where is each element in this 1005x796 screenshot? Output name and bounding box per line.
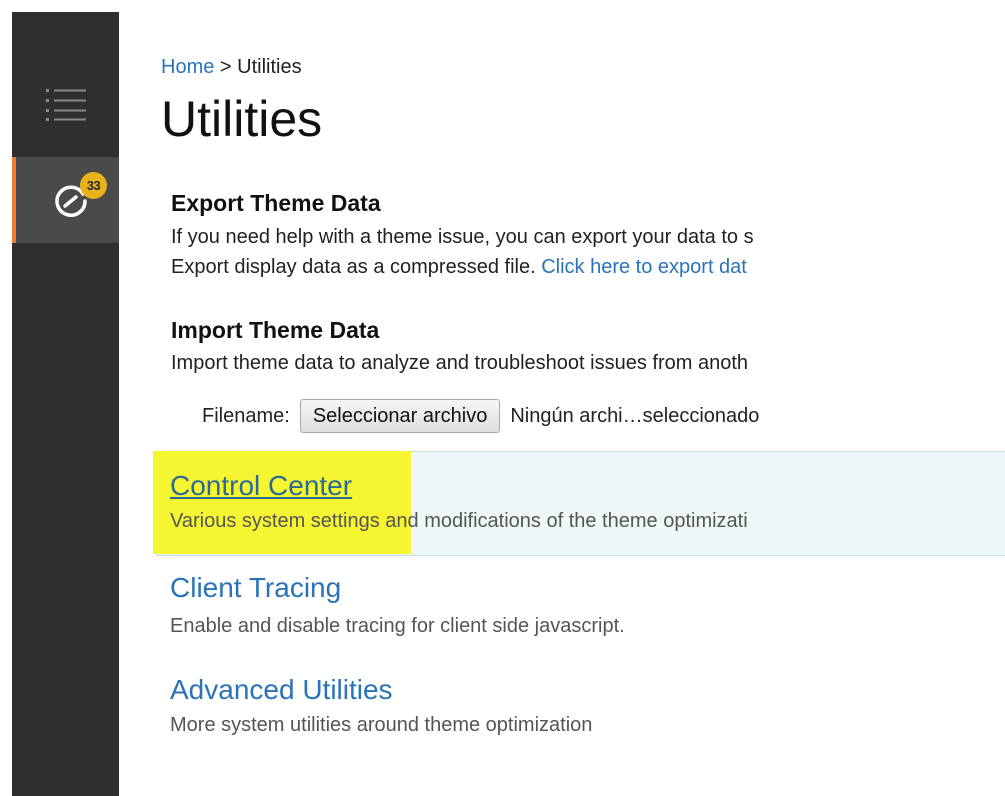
page: 33 Home > Utilities Utilities Export The…: [0, 0, 1005, 796]
control-center-link[interactable]: Control Center: [170, 470, 352, 502]
advanced-utilities-link[interactable]: Advanced Utilities: [170, 674, 393, 706]
notification-badge: 33: [80, 172, 107, 199]
control-center-description: Various system settings and modification…: [170, 510, 748, 532]
sidebar-item-optimization[interactable]: 33: [12, 157, 119, 243]
file-status: Ningún archi…seleccionado: [510, 404, 760, 427]
sidebar: 33: [12, 12, 119, 796]
breadcrumb-home-link[interactable]: Home: [161, 56, 214, 78]
export-data-link[interactable]: Click here to export dat: [541, 256, 747, 278]
export-instructions-text: Export display data as a compressed file…: [171, 256, 536, 278]
list-icon: [45, 89, 86, 121]
control-center-highlight: [153, 451, 411, 554]
active-accent-bar: [12, 157, 16, 243]
client-tracing-description: Enable and disable tracing for client si…: [170, 615, 625, 637]
client-tracing-link[interactable]: Client Tracing: [170, 572, 341, 604]
import-description: Import theme data to analyze and trouble…: [171, 352, 749, 374]
menu-button[interactable]: [12, 64, 119, 144]
export-instructions: Export display data as a compressed file…: [171, 256, 747, 279]
filename-label: Filename:: [202, 404, 290, 427]
breadcrumb: Home > Utilities: [161, 56, 302, 79]
advanced-utilities-description: More system utilities around theme optim…: [170, 714, 593, 736]
breadcrumb-current: Utilities: [237, 56, 302, 78]
import-section-title: Import Theme Data: [171, 317, 380, 343]
file-upload-row: Filename: Seleccionar archivo Ningún arc…: [202, 397, 759, 435]
breadcrumb-separator: >: [219, 56, 232, 78]
choose-file-button[interactable]: Seleccionar archivo: [299, 399, 501, 433]
page-title: Utilities: [161, 91, 323, 147]
export-section-title: Export Theme Data: [171, 190, 381, 216]
export-description: If you need help with a theme issue, you…: [171, 226, 754, 248]
